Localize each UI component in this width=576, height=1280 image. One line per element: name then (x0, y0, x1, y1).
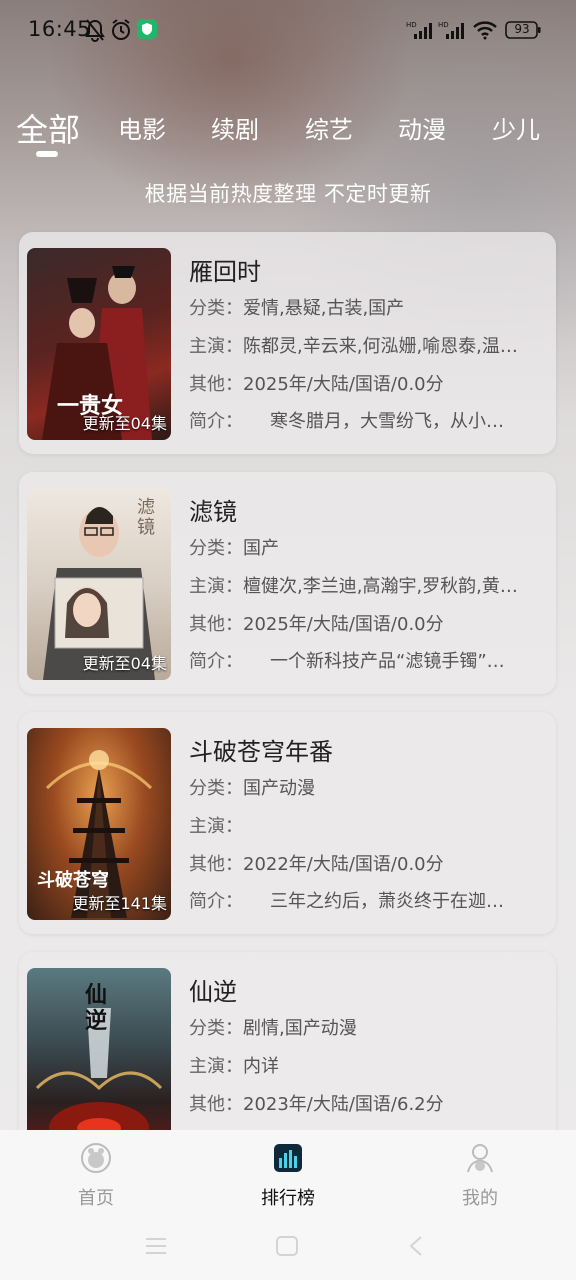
nav-ranking[interactable]: 排行榜 (228, 1142, 348, 1210)
item-intro: 简介： 三年之约后，萧炎终于在迦… (189, 891, 504, 912)
ranking-list[interactable]: 一贵女 更新至04集 雁回时 分类：爱情,悬疑,古装,国产 主演：陈都灵,辛云来… (0, 0, 576, 1130)
list-item[interactable]: 斗破苍穹 更新至141集 斗破苍穹年番 分类：国产动漫 主演： 其他：2022年… (19, 712, 556, 934)
nav-ranking-label: 排行榜 (261, 1188, 315, 1209)
home-icon (80, 1143, 112, 1178)
item-category: 分类：国产 (189, 538, 279, 559)
item-other: 其他：2022年/大陆/国语/0.0分 (189, 854, 444, 875)
poster-image: 仙逆 (27, 968, 171, 1130)
item-cast: 主演：内详 (189, 1056, 279, 1077)
poster-title-text: 斗破苍穹 (37, 870, 109, 891)
poster-image: 滤镜 更新至04集 (27, 488, 171, 680)
item-title[interactable]: 滤镜 (189, 492, 237, 527)
episode-badge: 更新至04集 (82, 414, 167, 433)
chart-icon (272, 1144, 304, 1178)
item-cast: 主演： (189, 816, 243, 837)
item-category: 分类：爱情,悬疑,古装,国产 (189, 298, 405, 319)
item-title[interactable]: 斗破苍穹年番 (189, 732, 333, 767)
item-other: 其他：2025年/大陆/国语/0.0分 (189, 374, 444, 395)
list-item[interactable]: 一贵女 更新至04集 雁回时 分类：爱情,悬疑,古装,国产 主演：陈都灵,辛云来… (19, 232, 556, 454)
item-title[interactable]: 雁回时 (189, 252, 261, 287)
item-cast: 主演：陈都灵,辛云来,何泓姗,喻恩泰,温… (189, 336, 518, 357)
poster-image: 一贵女 更新至04集 (27, 248, 171, 440)
poster-image: 斗破苍穹 更新至141集 (27, 728, 171, 920)
system-navigation-bar (0, 1210, 576, 1280)
poster-title-text: 滤镜 (137, 497, 155, 538)
item-cast: 主演：檀健次,李兰迪,高瀚宇,罗秋韵,黄… (189, 576, 518, 597)
list-item[interactable]: 仙逆 仙逆 分类：剧情,国产动漫 主演：内详 其他：2023年/大陆/国语/6.… (19, 952, 556, 1130)
home-square-icon[interactable] (276, 1236, 298, 1260)
menu-icon[interactable] (145, 1237, 167, 1259)
poster-title-text: 仙逆 (85, 982, 108, 1034)
nav-profile-label: 我的 (462, 1188, 498, 1209)
item-intro: 简介： 一个新科技产品“滤镜手镯”… (189, 651, 505, 672)
nav-home-label: 首页 (78, 1188, 114, 1209)
nav-home[interactable]: 首页 (36, 1142, 156, 1210)
item-intro: 简介： 寒冬腊月，大雪纷飞，从小… (189, 411, 504, 432)
item-other: 其他：2023年/大陆/国语/6.2分 (189, 1094, 444, 1115)
list-item[interactable]: 滤镜 更新至04集 滤镜 分类：国产 主演：檀健次,李兰迪,高瀚宇,罗秋韵,黄…… (19, 472, 556, 694)
item-title[interactable]: 仙逆 (189, 972, 237, 1007)
back-icon[interactable] (408, 1236, 424, 1260)
profile-icon (464, 1144, 496, 1178)
item-other: 其他：2025年/大陆/国语/0.0分 (189, 614, 444, 635)
episode-badge: 更新至04集 (82, 654, 167, 673)
episode-badge: 更新至141集 (72, 894, 167, 913)
nav-profile[interactable]: 我的 (420, 1142, 540, 1210)
item-category: 分类：国产动漫 (189, 778, 315, 799)
item-category: 分类：剧情,国产动漫 (189, 1018, 357, 1039)
